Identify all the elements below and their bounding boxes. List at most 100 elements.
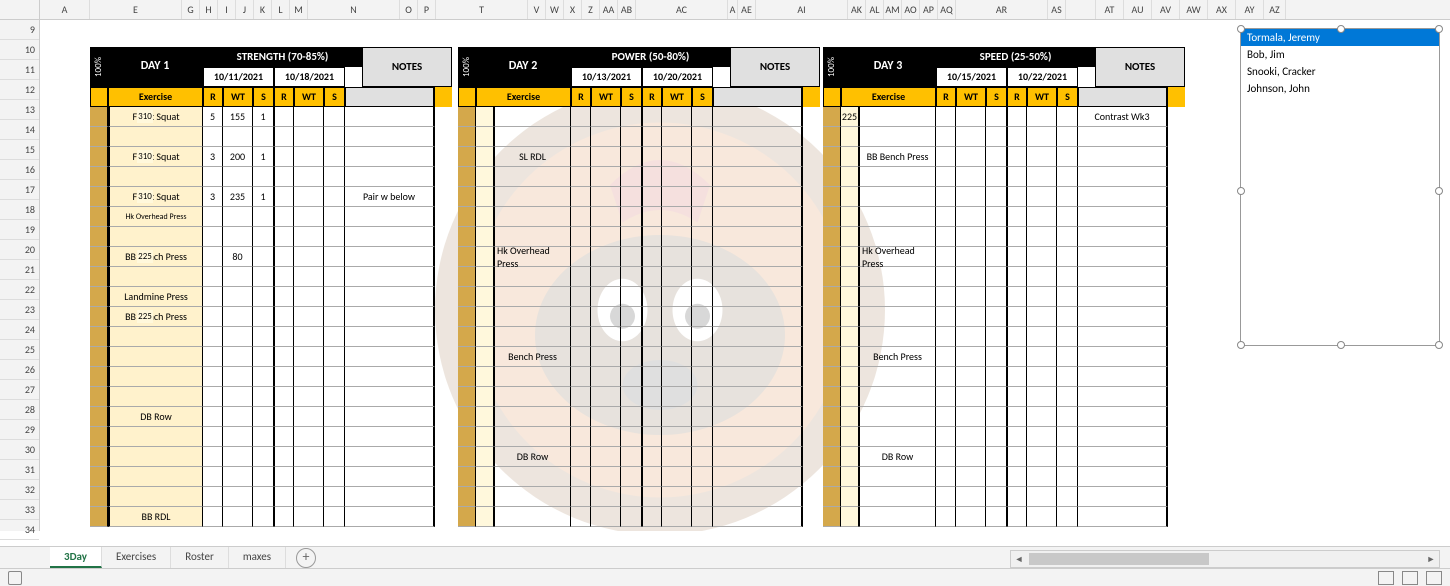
value-cell[interactable] — [253, 347, 274, 367]
value-cell[interactable] — [571, 347, 591, 367]
value-cell[interactable] — [662, 127, 692, 147]
value-cell[interactable] — [1027, 407, 1057, 427]
exercise-cell[interactable] — [494, 467, 571, 487]
value-cell[interactable] — [253, 487, 274, 507]
roster-item[interactable]: Johnson, John — [1241, 80, 1439, 97]
notes-cell[interactable] — [1078, 127, 1168, 147]
value-cell[interactable] — [274, 387, 294, 407]
value-cell[interactable] — [662, 367, 692, 387]
max-cell[interactable] — [841, 167, 859, 187]
notes-cell[interactable] — [713, 327, 803, 347]
max-cell[interactable]: 225 — [841, 107, 859, 127]
resize-handle[interactable] — [1337, 25, 1345, 33]
value-cell[interactable] — [253, 287, 274, 307]
value-cell[interactable] — [1027, 127, 1057, 147]
max-cell[interactable] — [841, 267, 859, 287]
value-cell[interactable] — [692, 167, 713, 187]
max-cell[interactable] — [476, 327, 494, 347]
value-cell[interactable] — [274, 267, 294, 287]
value-cell[interactable] — [662, 107, 692, 127]
value-cell[interactable] — [642, 387, 662, 407]
value-cell[interactable] — [986, 407, 1007, 427]
value-cell[interactable] — [223, 347, 253, 367]
max-cell[interactable] — [476, 227, 494, 247]
column-header[interactable]: AK — [848, 0, 866, 19]
value-cell[interactable] — [621, 147, 642, 167]
value-cell[interactable] — [692, 207, 713, 227]
value-cell[interactable] — [223, 207, 253, 227]
value-cell[interactable] — [324, 487, 345, 507]
row-header[interactable]: 20 — [0, 240, 39, 260]
value-cell[interactable] — [986, 507, 1007, 527]
notes-cell[interactable] — [1078, 307, 1168, 327]
row-header[interactable]: 30 — [0, 440, 39, 460]
value-cell[interactable] — [642, 487, 662, 507]
notes-cell[interactable] — [713, 267, 803, 287]
exercise-cell[interactable] — [859, 427, 936, 447]
column-header[interactable]: AB — [618, 0, 636, 19]
value-cell[interactable] — [1027, 507, 1057, 527]
value-cell[interactable]: 80 — [223, 247, 253, 267]
value-cell[interactable] — [662, 407, 692, 427]
exercise-cell[interactable] — [859, 107, 936, 127]
value-cell[interactable] — [986, 487, 1007, 507]
value-cell[interactable] — [571, 447, 591, 467]
record-macro-icon[interactable] — [8, 571, 22, 585]
row-header[interactable]: 13 — [0, 100, 39, 120]
value-cell[interactable] — [662, 207, 692, 227]
value-cell[interactable]: 155 — [223, 107, 253, 127]
max-cell[interactable] — [841, 447, 859, 467]
exercise-cell[interactable] — [494, 267, 571, 287]
value-cell[interactable]: 3 — [203, 187, 223, 207]
value-cell[interactable] — [936, 267, 956, 287]
value-cell[interactable] — [986, 327, 1007, 347]
max-cell[interactable] — [841, 367, 859, 387]
column-header[interactable]: M — [290, 0, 308, 19]
exercise-cell[interactable] — [859, 507, 936, 527]
max-cell[interactable] — [476, 387, 494, 407]
value-cell[interactable] — [294, 367, 324, 387]
value-cell[interactable] — [274, 227, 294, 247]
value-cell[interactable] — [936, 187, 956, 207]
value-cell[interactable] — [956, 207, 986, 227]
value-cell[interactable] — [1027, 467, 1057, 487]
notes-cell[interactable] — [345, 387, 435, 407]
value-cell[interactable] — [1057, 427, 1078, 447]
value-cell[interactable] — [936, 447, 956, 467]
value-cell[interactable] — [591, 367, 621, 387]
value-cell[interactable] — [253, 267, 274, 287]
column-header[interactable]: H — [200, 0, 218, 19]
exercise-cell[interactable] — [108, 367, 203, 387]
value-cell[interactable] — [294, 327, 324, 347]
value-cell[interactable] — [956, 507, 986, 527]
value-cell[interactable] — [571, 287, 591, 307]
value-cell[interactable] — [692, 247, 713, 267]
resize-handle[interactable] — [1435, 341, 1443, 349]
exercise-cell[interactable] — [108, 327, 203, 347]
value-cell[interactable] — [662, 447, 692, 467]
value-cell[interactable] — [1027, 167, 1057, 187]
value-cell[interactable] — [692, 107, 713, 127]
value-cell[interactable] — [203, 227, 223, 247]
value-cell[interactable] — [1027, 247, 1057, 267]
value-cell[interactable] — [274, 427, 294, 447]
column-header[interactable]: V — [528, 0, 546, 19]
value-cell[interactable] — [936, 107, 956, 127]
value-cell[interactable] — [1057, 507, 1078, 527]
value-cell[interactable] — [1057, 127, 1078, 147]
resize-handle[interactable] — [1237, 25, 1245, 33]
notes-cell[interactable] — [713, 227, 803, 247]
column-header[interactable] — [1066, 0, 1096, 19]
value-cell[interactable] — [1007, 187, 1027, 207]
value-cell[interactable] — [591, 467, 621, 487]
column-header[interactable]: W — [546, 0, 564, 19]
value-cell[interactable] — [571, 107, 591, 127]
value-cell[interactable] — [621, 127, 642, 147]
value-cell[interactable] — [203, 167, 223, 187]
exercise-cell[interactable]: 310Front Squat — [108, 107, 203, 127]
column-header[interactable]: G — [182, 0, 200, 19]
value-cell[interactable] — [986, 387, 1007, 407]
value-cell[interactable] — [956, 327, 986, 347]
value-cell[interactable] — [692, 507, 713, 527]
value-cell[interactable] — [1007, 127, 1027, 147]
